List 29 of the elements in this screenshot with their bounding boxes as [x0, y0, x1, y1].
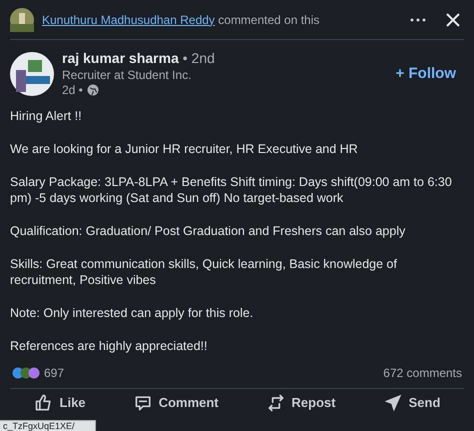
post-paragraph: References are highly appreciated!! [10, 338, 208, 354]
action-button[interactable]: Comment [128, 392, 223, 412]
avatar [10, 8, 34, 32]
status-url: c_TzFgxUqE1XE/ [0, 420, 96, 431]
follow-button[interactable]: + Follow [396, 62, 456, 85]
repost-icon [266, 392, 286, 412]
post-time: 2d • [62, 82, 83, 98]
close-icon[interactable] [446, 12, 460, 26]
action-button[interactable]: Like [30, 392, 90, 412]
action-button[interactable]: Send [378, 392, 444, 412]
post-paragraph: Skills: Great communication skills, Quick learning, Basic knowledge of recruitment, Positive vibes [10, 256, 398, 288]
send-icon [382, 392, 403, 412]
comment-count[interactable]: 672 comments [383, 364, 462, 382]
post-paragraph: We are looking for a Junior HR recruiter, HR Executive and HR [10, 140, 359, 156]
post-paragraph: Note: Only interested can apply for this role. [10, 304, 254, 320]
activity-text: commented on this [217, 12, 320, 26]
globe-icon [86, 84, 99, 96]
author-headline: Recruiter at Student Inc. [62, 68, 192, 82]
avatar [10, 52, 54, 96]
reaction-count[interactable]: 697 [44, 364, 64, 382]
reaction-icons [12, 366, 40, 378]
author-name[interactable]: raj kumar sharma [62, 50, 179, 66]
post-paragraph: Salary Package: 3LPA-8LPA + Benefits Shift timing: Days shift(09:00 am to 6:30 pm) -5 days working (Sat and Sun off) No target-based work [10, 174, 453, 206]
action-button[interactable]: Repost [262, 392, 340, 412]
post-paragraph: Hiring Alert !! [10, 108, 83, 124]
post-paragraph: Qualification: Graduation/ Post Graduation and Freshers can also apply [10, 222, 406, 238]
commenter-link[interactable]: Kunuthuru Madhusudhan Reddy [42, 12, 215, 26]
more-icon[interactable] [410, 18, 426, 22]
connection-degree: • 2nd [182, 50, 215, 66]
